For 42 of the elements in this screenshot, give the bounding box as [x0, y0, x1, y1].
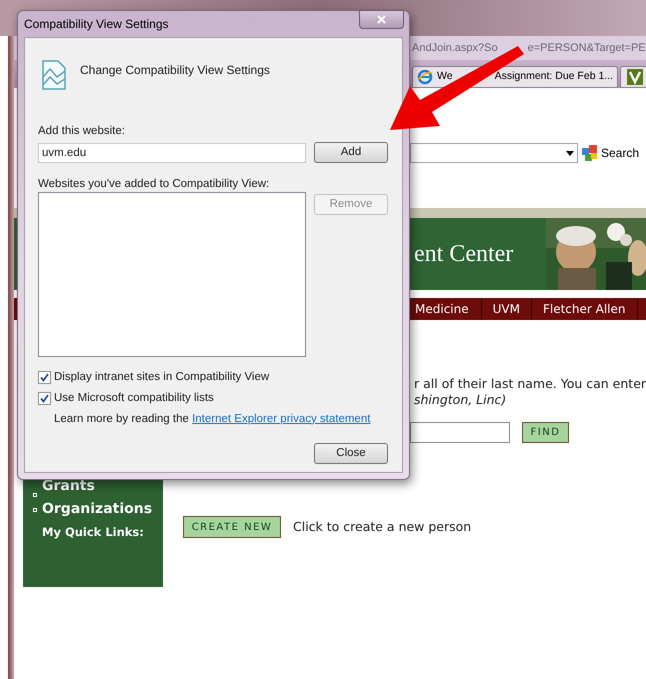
instruction-text: r all of their last name. You can enter	[414, 375, 646, 391]
privacy-statement-link[interactable]: Internet Explorer privacy statement	[192, 412, 370, 424]
address-text: e=PERSON&Target=PE	[528, 40, 646, 56]
create-new-button[interactable]: CREATE NEW	[183, 516, 281, 538]
create-hint: Click to create a new person	[293, 518, 472, 536]
list-label: Websites you've added to Compatibility View:	[38, 177, 270, 192]
banner-title: ent Center	[414, 240, 514, 269]
add-button[interactable]: Add	[314, 142, 388, 163]
bullet-icon	[33, 508, 37, 512]
learn-more-text: Learn more by reading the Internet Explorer privacy statement	[54, 412, 372, 426]
checkbox-label: Display intranet sites in Compatibility View	[54, 370, 270, 385]
document-icon	[41, 59, 67, 91]
tab-title: Assignment: Due Feb 1...	[494, 69, 614, 84]
sidebar-heading: My Quick Links:	[41, 524, 145, 541]
instruction-text: shington, Linc)	[414, 391, 506, 407]
find-button[interactable]: FIND	[522, 422, 569, 443]
checkbox[interactable]	[38, 392, 51, 406]
squares-icon	[582, 145, 598, 161]
globe-icon	[417, 69, 433, 85]
field-label: Add this website:	[38, 124, 126, 139]
checkbox[interactable]	[38, 371, 51, 384]
website-field[interactable]: uvm.edu	[38, 142, 306, 162]
checkbox-label: Use Microsoft compatibility lists	[54, 391, 214, 406]
tab-favicon-icon	[627, 69, 644, 85]
browser-tab[interactable]	[620, 66, 646, 88]
bullet-icon	[33, 493, 37, 497]
close-icon	[377, 15, 386, 24]
search-provider-field[interactable]	[410, 143, 578, 163]
nav-link[interactable]: Fletcher Allen	[532, 298, 638, 320]
search-field[interactable]	[410, 422, 510, 443]
dialog-heading: Change Compatibility View Settings	[80, 62, 270, 79]
search-button[interactable]: Search	[582, 143, 640, 163]
tab-title: We	[437, 69, 453, 84]
address-text: AndJoin.aspx?So	[412, 40, 498, 56]
sidebar-link[interactable]: Grants	[42, 476, 95, 497]
window-title: Compatibility View Settings	[24, 16, 169, 33]
nav-link[interactable]: Medicine	[415, 298, 482, 320]
close-button[interactable]	[359, 10, 404, 29]
nav-link[interactable]: UVM	[482, 298, 532, 320]
close-dialog-button[interactable]: Close	[314, 443, 388, 464]
dropdown-caret-icon	[566, 150, 574, 156]
sidebar-link[interactable]: Organizations	[42, 499, 152, 520]
